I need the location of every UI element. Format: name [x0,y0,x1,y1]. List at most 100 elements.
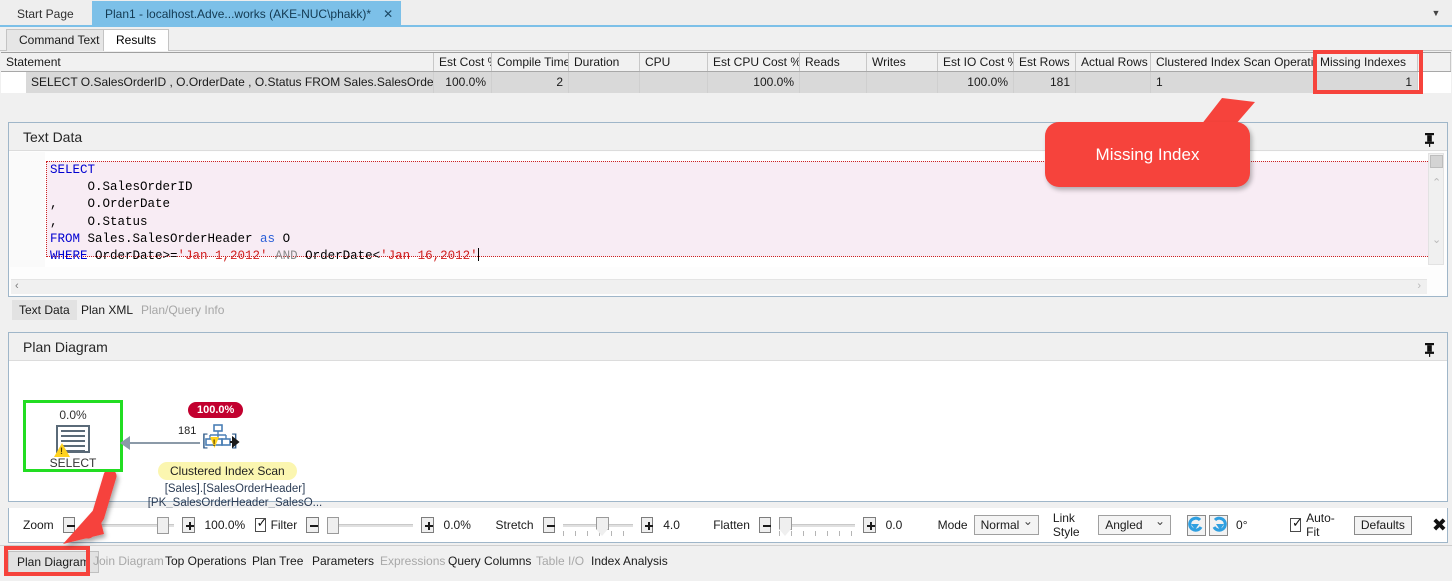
close-icon[interactable]: ✖ [1432,515,1447,536]
editor-vertical-scrollbar[interactable]: ⌃ ⌄ [1428,153,1444,265]
warning-icon [54,443,70,457]
cell-duration [569,72,640,93]
row-indent [1,72,26,93]
document-tab-plan1[interactable]: Plan1 - localhost.Adve...works (AKE-NUC\… [92,1,401,27]
column-header-missing-indexes[interactable]: Missing Indexes [1315,53,1418,71]
tab-label: Results [116,33,156,47]
stretch-increase-button[interactable] [641,517,654,533]
filter-checkbox[interactable] [255,518,266,532]
plan-diagram-canvas[interactable]: 0.0% SELECT 181 100.0% [10,362,1446,500]
tab-label: Text Data [19,303,70,317]
plan-connector-line [128,442,200,444]
application-window: Start Page Plan1 - localhost.Adve...work… [0,0,1452,581]
statement-grid: Statement Est Cost % Compile Time Durati… [1,52,1451,92]
flatten-increase-button[interactable] [863,517,876,533]
plan-node-select[interactable]: 0.0% SELECT [23,400,123,472]
zoom-slider[interactable] [83,517,174,533]
tab-results[interactable]: Results [103,29,169,51]
zoom-decrease-button[interactable] [63,517,76,533]
tab-text-data[interactable]: Text Data [12,300,77,320]
tab-parameters[interactable]: Parameters [304,551,382,573]
tab-command-text[interactable]: Command Text [6,29,112,51]
column-header-compile-time[interactable]: Compile Time [492,53,569,71]
plan-diagram-panel-title: Plan Diagram [9,333,1447,361]
tab-plan-xml[interactable]: Plan XML [74,300,140,320]
table-row[interactable]: SELECT O.SalesOrderID , O.OrderDate , O.… [1,72,1451,93]
column-header-est-cpu-cost[interactable]: Est CPU Cost % [708,53,800,71]
column-header-est-cost[interactable]: Est Cost % [434,53,492,71]
auto-fit-label: Auto-Fit [1306,511,1338,539]
column-header-est-io-cost[interactable]: Est IO Cost % [938,53,1014,71]
scan-glyph: [ ] ! [200,424,240,458]
slider-thumb[interactable] [157,517,169,534]
chevron-right-icon[interactable]: › [1417,280,1421,292]
column-header-writes[interactable]: Writes [867,53,938,71]
rotate-right-icon [1210,516,1227,533]
column-header-duration[interactable]: Duration [569,53,640,71]
plan-diagram-toolbar: Zoom 100.0% Filter 0.0% Stretch 4.0 Flat… [8,508,1448,543]
column-header-est-rows[interactable]: Est Rows [1014,53,1076,71]
document-tab-start-page[interactable]: Start Page [4,1,87,27]
cell-writes [867,72,938,93]
plan-connector-row-count: 181 [178,425,196,437]
tab-query-columns[interactable]: Query Columns [440,551,539,573]
document-tab-strip: Start Page Plan1 - localhost.Adve...work… [0,0,1452,27]
close-icon[interactable]: ✕ [383,7,393,21]
results-tab-strip: Command Text Results [0,27,1452,51]
scrollbar-thumb[interactable] [1430,155,1443,168]
chevron-up-icon[interactable]: ⌃ [1432,176,1441,189]
tab-plan-query-info: Plan/Query Info [134,300,231,320]
flatten-label: Flatten [713,518,750,532]
filter-slider[interactable] [327,517,413,533]
tab-label: Top Operations [165,554,246,568]
cell-reads [800,72,867,93]
link-style-select[interactable]: Angled [1098,515,1171,535]
zoom-label: Zoom [23,518,54,532]
stretch-value: 4.0 [663,518,703,532]
flatten-decrease-button[interactable] [759,517,772,533]
cell-est-cost: 100.0% [434,72,492,93]
tab-label: Plan Tree [252,554,303,568]
slider-thumb[interactable] [327,517,339,534]
tab-top-operations[interactable]: Top Operations [157,551,254,573]
filter-increase-button[interactable] [421,517,434,533]
rotate-right-button[interactable] [1209,515,1228,536]
tab-label: Parameters [312,554,374,568]
cell-cpu [640,72,708,93]
cell-compile-time: 2 [492,72,569,93]
slider-thumb[interactable] [779,517,792,530]
cell-filler [1418,72,1451,93]
editor-horizontal-scrollbar[interactable]: ‹ › [11,279,1427,294]
tab-plan-tree[interactable]: Plan Tree [244,551,311,573]
column-header-clustered-index-scan-operations[interactable]: Clustered Index Scan Operations [1151,53,1315,71]
tab-label: Join Diagram [93,554,164,568]
column-header-statement[interactable]: Statement [1,53,434,71]
tab-index-analysis[interactable]: Index Analysis [583,551,676,573]
column-header-cpu[interactable]: CPU [640,53,708,71]
tab-label: Plan Diagram [17,555,90,569]
filter-decrease-button[interactable] [306,517,319,533]
chevron-down-icon[interactable]: ▼ [1428,6,1444,20]
stretch-slider[interactable] [563,517,633,533]
plan-node-operator-label: Clustered Index Scan [158,462,297,480]
stretch-decrease-button[interactable] [543,517,556,533]
grid-header-row: Statement Est Cost % Compile Time Durati… [1,53,1451,72]
pin-glyph [1424,133,1435,147]
chevron-down-icon[interactable]: ⌄ [1432,233,1441,246]
zoom-increase-button[interactable] [182,517,195,533]
svg-text:!: ! [213,438,216,448]
column-header-filler [1418,53,1451,71]
rotate-left-button[interactable] [1187,515,1206,536]
tab-label: Query Columns [448,554,531,568]
filter-value: 0.0% [444,518,484,532]
defaults-button[interactable]: Defaults [1354,516,1412,535]
chevron-left-icon[interactable]: ‹ [15,280,19,292]
mode-select[interactable]: Normal [974,515,1039,535]
flatten-slider[interactable] [779,517,855,533]
rotate-left-icon [1188,516,1205,533]
auto-fit-checkbox[interactable] [1290,518,1301,532]
clustered-index-scan-icon[interactable]: [ ] ! [200,424,240,456]
slider-thumb[interactable] [596,517,609,530]
column-header-actual-rows[interactable]: Actual Rows [1076,53,1151,71]
column-header-reads[interactable]: Reads [800,53,867,71]
